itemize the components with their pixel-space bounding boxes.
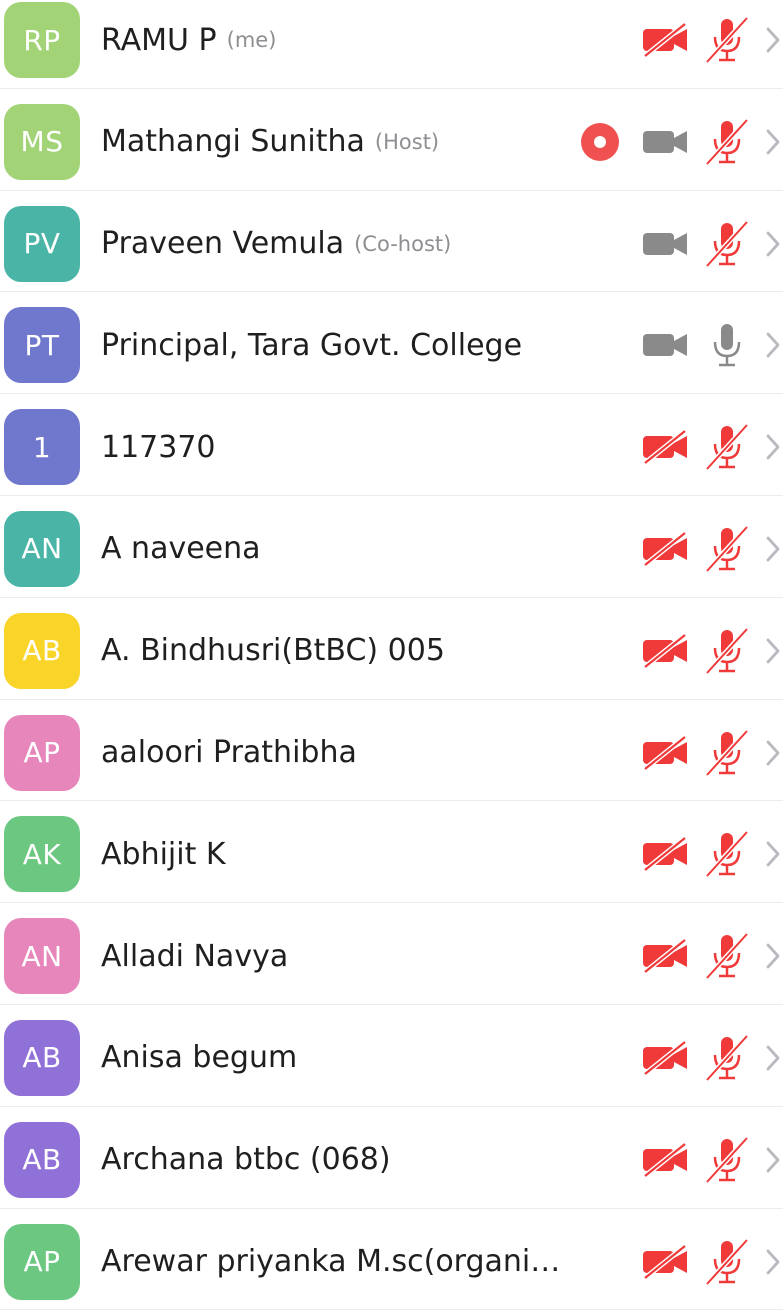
- video-camera-icon: [643, 232, 687, 255]
- participant-role-tag: (Co-host): [354, 231, 452, 256]
- participant-row[interactable]: PT Principal, Tara Govt. College: [0, 292, 783, 395]
- microphone-muted-icon: [705, 219, 749, 268]
- participant-row[interactable]: AK Abhijit K: [0, 801, 783, 904]
- participant-name: aaloori Prathibha: [101, 735, 357, 771]
- chevron-right-icon: [766, 536, 780, 562]
- participant-name-wrap: Praveen Vemula (Co-host): [101, 191, 571, 297]
- chevron-right-icon: [766, 1045, 780, 1071]
- participant-name-wrap: A naveena: [101, 496, 571, 602]
- participant-name: Praveen Vemula: [101, 226, 345, 262]
- microphone-muted-icon: [705, 1237, 749, 1286]
- microphone-muted-icon: [705, 1034, 749, 1082]
- chevron-right-icon: [766, 841, 780, 867]
- participant-name-wrap: A. Bindhusri(BtBC) 005: [101, 598, 571, 704]
- video-off-icon: [643, 632, 687, 669]
- microphone-icon: [713, 324, 741, 367]
- avatar: AN: [4, 918, 80, 995]
- microphone-muted-icon: [705, 932, 749, 980]
- video-off-icon: [643, 1040, 687, 1076]
- recording-icon: [581, 122, 619, 161]
- participant-row[interactable]: 1 117370: [0, 394, 783, 496]
- participant-name-wrap: aaloori Prathibha: [101, 700, 571, 806]
- avatar: AP: [4, 1223, 80, 1300]
- chevron-right-icon: [766, 1147, 780, 1173]
- microphone-muted-icon: [705, 525, 749, 573]
- participant-name: A. Bindhusri(BtBC) 005: [101, 633, 445, 669]
- participant-row[interactable]: AN Alladi Navya: [0, 903, 783, 1005]
- participant-name-wrap: Alladi Navya: [101, 903, 571, 1009]
- participant-name: Mathangi Sunitha: [101, 124, 365, 160]
- participant-name: Arewar priyanka M.sc(organic c...: [101, 1244, 571, 1280]
- participant-role-tag: (me): [226, 28, 277, 52]
- microphone-muted-icon: [705, 16, 749, 64]
- video-off-icon: [643, 836, 687, 873]
- participant-name-wrap: Archana btbc (068): [101, 1107, 571, 1213]
- participant-name: Anisa begum: [101, 1040, 298, 1076]
- microphone-muted-icon: [705, 423, 749, 471]
- participant-name-wrap: Principal, Tara Govt. College: [101, 292, 571, 398]
- participant-name-wrap: Abhijit K: [101, 801, 571, 907]
- video-camera-icon: [643, 130, 687, 153]
- avatar: PT: [4, 307, 80, 384]
- chevron-right-icon: [766, 231, 780, 256]
- participant-row[interactable]: AP aaloori Prathibha: [0, 700, 783, 802]
- participant-row[interactable]: PV Praveen Vemula (Co-host): [0, 191, 783, 293]
- participant-row[interactable]: AN A naveena: [0, 496, 783, 598]
- participant-name-wrap: Arewar priyanka M.sc(organic c...: [101, 1209, 571, 1315]
- participant-name-wrap: Anisa begum: [101, 1005, 571, 1111]
- participant-name: 117370: [101, 429, 216, 465]
- participant-name: Principal, Tara Govt. College: [101, 327, 523, 363]
- participant-name: Abhijit K: [101, 836, 226, 872]
- participant-name-wrap: Mathangi Sunitha (Host): [101, 89, 571, 195]
- video-off-icon: [643, 22, 687, 58]
- microphone-muted-icon: [705, 728, 749, 777]
- participant-name-wrap: 117370: [101, 394, 571, 500]
- microphone-muted-icon: [705, 118, 749, 166]
- participant-row[interactable]: AP Arewar priyanka M.sc(organic c...: [0, 1209, 783, 1311]
- participant-role-tag: (Host): [374, 129, 440, 154]
- avatar: AB: [4, 1121, 80, 1198]
- avatar: MS: [4, 103, 80, 180]
- chevron-right-icon: [766, 27, 780, 53]
- avatar: AB: [4, 612, 80, 689]
- participant-row[interactable]: RP RAMU P (me): [0, 0, 783, 89]
- microphone-muted-icon: [705, 627, 749, 675]
- participant-row[interactable]: AB Archana btbc (068): [0, 1107, 783, 1209]
- chevron-right-icon: [766, 129, 780, 155]
- video-off-icon: [643, 531, 687, 567]
- chevron-right-icon: [766, 740, 780, 765]
- participant-name: RAMU P: [101, 22, 217, 58]
- chevron-right-icon: [766, 943, 780, 969]
- video-camera-icon: [643, 334, 687, 357]
- avatar: PV: [4, 205, 80, 282]
- microphone-muted-icon: [705, 830, 749, 879]
- chevron-right-icon: [766, 332, 780, 358]
- chevron-right-icon: [766, 638, 780, 664]
- microphone-muted-icon: [705, 1136, 749, 1184]
- video-off-icon: [643, 1243, 687, 1280]
- participant-name-wrap: RAMU P (me): [101, 0, 571, 93]
- avatar: AK: [4, 816, 80, 893]
- participants-list: RP RAMU P (me) MS Mathangi Sunitha (Host…: [0, 0, 783, 1311]
- avatar: AB: [4, 1019, 80, 1096]
- avatar: 1: [4, 409, 80, 486]
- participant-row[interactable]: AB Anisa begum: [0, 1005, 783, 1107]
- participant-name: Alladi Navya: [101, 938, 289, 974]
- participant-row[interactable]: AB A. Bindhusri(BtBC) 005: [0, 598, 783, 700]
- chevron-right-icon: [766, 434, 780, 460]
- participant-name: A naveena: [101, 531, 261, 567]
- participant-row[interactable]: MS Mathangi Sunitha (Host): [0, 89, 783, 191]
- participant-name: Archana btbc (068): [101, 1142, 391, 1178]
- chevron-right-icon: [766, 1249, 780, 1274]
- video-off-icon: [643, 1141, 687, 1178]
- avatar: RP: [4, 2, 80, 78]
- video-off-icon: [643, 429, 687, 466]
- video-off-icon: [643, 938, 687, 975]
- video-off-icon: [643, 734, 687, 771]
- avatar: AP: [4, 714, 80, 791]
- avatar: AN: [4, 510, 80, 587]
